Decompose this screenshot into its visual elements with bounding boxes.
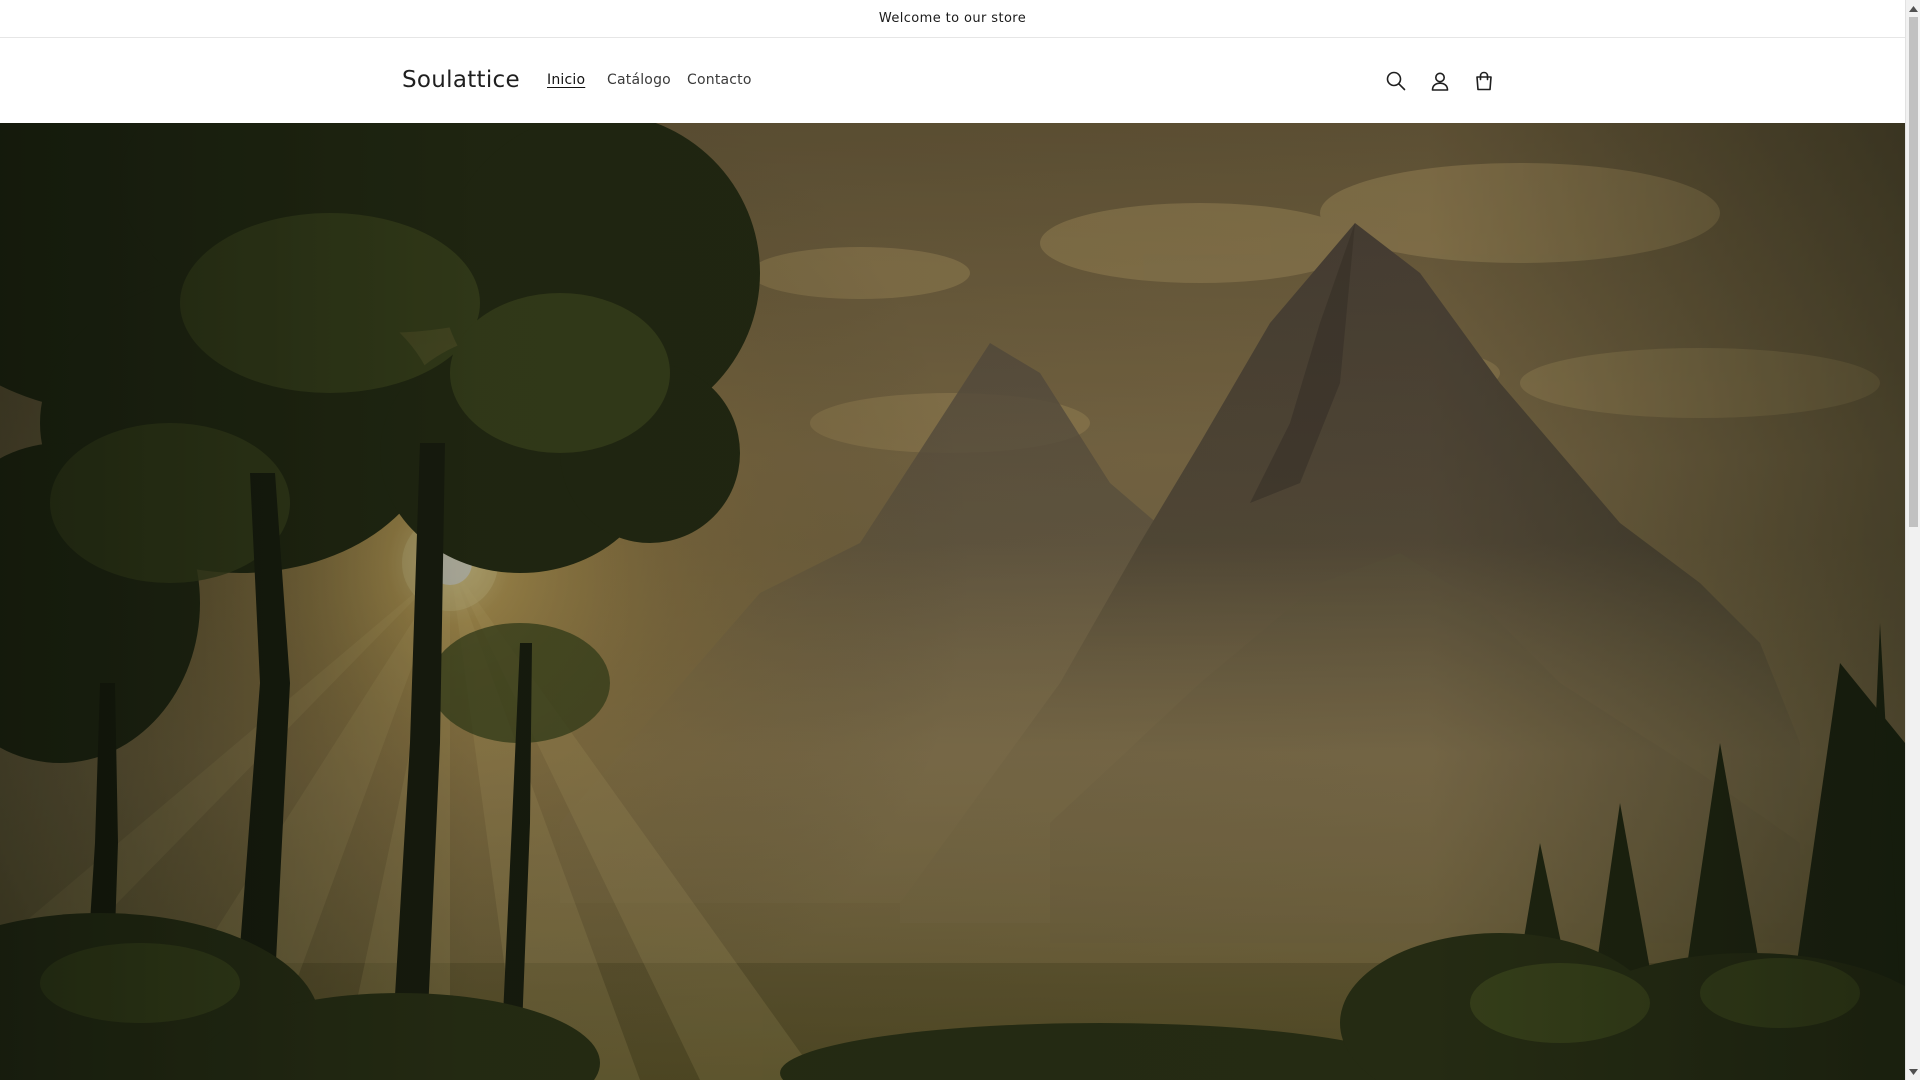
- scroll-up-button[interactable]: [1906, 0, 1920, 17]
- scrollbar-thumb[interactable]: [1909, 17, 1918, 527]
- scroll-down-button[interactable]: [1906, 1063, 1920, 1080]
- nav-link-inicio[interactable]: Inicio: [547, 71, 585, 89]
- search-button[interactable]: [1376, 61, 1416, 101]
- cart-icon: [1476, 71, 1492, 91]
- nav-link-contacto[interactable]: Contacto: [687, 71, 752, 89]
- account-icon: [1431, 72, 1449, 91]
- page: Welcome to our store Soulattice Inicio C…: [0, 0, 1905, 1080]
- account-button[interactable]: [1420, 61, 1460, 101]
- scroll-down-arrow-icon: [1909, 1068, 1918, 1075]
- hero-banner: [0, 123, 1905, 1080]
- page-scrollbar[interactable]: [1905, 0, 1920, 1080]
- search-icon: [1386, 71, 1406, 91]
- hero-image: [0, 123, 1905, 1080]
- scroll-up-arrow-icon: [1909, 5, 1918, 12]
- cart-button[interactable]: [1464, 61, 1504, 101]
- store-logo[interactable]: Soulattice: [402, 66, 520, 94]
- nav-link-catalogo[interactable]: Catálogo: [607, 71, 671, 89]
- announcement-bar: Welcome to our store: [0, 0, 1905, 38]
- site-header: Soulattice Inicio Catálogo Contacto: [0, 39, 1905, 123]
- announcement-text: Welcome to our store: [878, 11, 1027, 26]
